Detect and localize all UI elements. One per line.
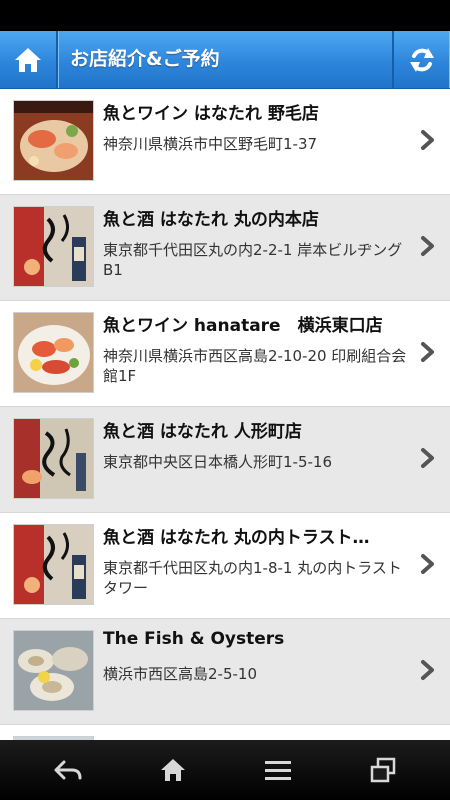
store-thumbnail bbox=[13, 312, 94, 393]
store-thumbnail bbox=[13, 206, 94, 287]
store-list-item[interactable]: 魚と酒 はなたれ 丸の内トラスト… 東京都千代田区丸の内1-8-1 丸の内トラス… bbox=[0, 513, 450, 619]
recent-apps-button[interactable] bbox=[327, 740, 439, 800]
app-header: お店紹介&ご予約 bbox=[0, 31, 450, 89]
store-list: 魚とワイン はなたれ 野毛店 神奈川県横浜市中区野毛町1-37 魚と酒 はなたれ… bbox=[0, 89, 450, 740]
page-title: お店紹介&ご予約 bbox=[70, 48, 220, 70]
chevron-right-icon bbox=[421, 342, 434, 362]
store-list-item[interactable]: The Fish & Oysters 横浜市西区高島2-5-10 bbox=[0, 619, 450, 725]
store-thumbnail bbox=[13, 418, 94, 499]
store-list-item[interactable]: 魚と酒 はなたれ 人形町店 東京都中央区日本橋人形町1-5-16 bbox=[0, 407, 450, 513]
store-list-item[interactable]: 魚とワイン hanatare 横浜東口店 神奈川県横浜市西区高島2-10-20 … bbox=[0, 301, 450, 407]
store-list-item[interactable]: 魚とワイン はなたれ 野毛店 神奈川県横浜市中区野毛町1-37 bbox=[0, 89, 450, 195]
refresh-button[interactable] bbox=[392, 31, 450, 88]
home-icon bbox=[15, 47, 41, 72]
store-address: 東京都千代田区丸の内1-8-1 丸の内トラストタワー bbox=[103, 559, 402, 597]
store-list-item[interactable]: 魚と酒 はなたれ 丸の内本店 東京都千代田区丸の内2-2-1 岸本ビルヂングB1 bbox=[0, 195, 450, 301]
store-thumbnail bbox=[13, 524, 94, 605]
menu-button[interactable] bbox=[222, 740, 334, 800]
store-name: 魚とワイン はなたれ 野毛店 bbox=[103, 104, 319, 124]
system-nav-bar bbox=[0, 740, 450, 800]
chevron-right-icon bbox=[421, 448, 434, 468]
store-name: 魚と酒 はなたれ 丸の内本店 bbox=[103, 210, 319, 230]
back-icon bbox=[54, 760, 82, 780]
chevron-right-icon bbox=[421, 130, 434, 150]
store-thumbnail bbox=[13, 630, 94, 711]
system-home-button[interactable] bbox=[117, 740, 229, 800]
store-name: The Fish & Oysters bbox=[103, 629, 285, 649]
store-address: 横浜市西区高島2-5-10 bbox=[103, 665, 257, 683]
store-name: 魚と酒 はなたれ 丸の内トラスト… bbox=[103, 528, 370, 548]
store-name: 魚と酒 はなたれ 人形町店 bbox=[103, 422, 302, 442]
status-bar bbox=[0, 0, 450, 31]
back-button[interactable] bbox=[12, 740, 124, 800]
store-address: 神奈川県横浜市中区野毛町1-37 bbox=[103, 135, 318, 153]
store-list-item-partial[interactable] bbox=[0, 725, 450, 740]
store-name: 魚とワイン hanatare 横浜東口店 bbox=[103, 316, 383, 336]
store-address: 東京都千代田区丸の内2-2-1 岸本ビルヂングB1 bbox=[103, 241, 403, 279]
home-button[interactable] bbox=[0, 31, 58, 88]
store-thumbnail bbox=[13, 100, 94, 181]
chevron-right-icon bbox=[421, 660, 434, 680]
store-address: 東京都中央区日本橋人形町1-5-16 bbox=[103, 453, 333, 471]
chevron-right-icon bbox=[421, 236, 434, 256]
recent-apps-icon bbox=[370, 757, 396, 783]
chevron-right-icon bbox=[421, 554, 434, 574]
menu-icon bbox=[265, 761, 291, 780]
store-address: 神奈川県横浜市西区高島2-10-20 印刷組合会館1F bbox=[103, 347, 407, 385]
home-icon bbox=[161, 759, 185, 781]
refresh-icon bbox=[410, 47, 434, 72]
